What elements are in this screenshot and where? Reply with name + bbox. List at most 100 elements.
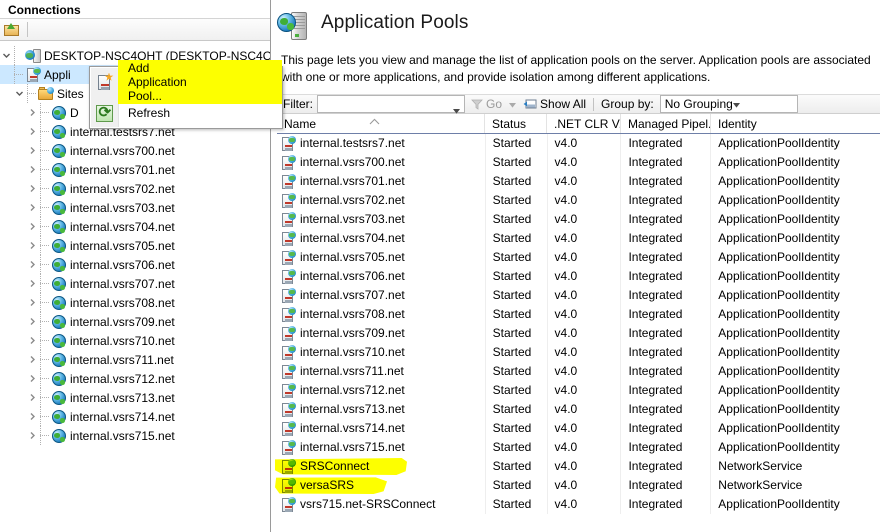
column-header-net-clr-version[interactable]: .NET CLR V... — [547, 114, 621, 133]
tree-item-site[interactable]: internal.vsrs702.net — [0, 179, 270, 198]
table-row[interactable]: vsrs715.net-SRSConnect Started v4.0 Integra… — [277, 495, 880, 514]
chevron-right-icon[interactable] — [26, 160, 39, 179]
chevron-right-icon[interactable] — [26, 274, 39, 293]
chevron-down-icon[interactable] — [732, 97, 740, 111]
chevron-right-icon[interactable] — [26, 293, 39, 312]
table-row[interactable]: internal.vsrs704.net Started v4.0 Integrate… — [277, 229, 880, 248]
column-header-name[interactable]: Name — [277, 114, 485, 133]
cell-identity: ApplicationPoolIdentity — [710, 362, 880, 381]
tree-item-site[interactable]: internal.vsrs713.net — [0, 388, 270, 407]
cell-name-label: internal.testsrs7.net — [300, 136, 405, 150]
chevron-right-icon[interactable] — [26, 388, 39, 407]
funnel-icon — [471, 98, 483, 110]
chevron-right-icon[interactable] — [26, 217, 39, 236]
tree-item-site[interactable]: internal.vsrs704.net — [0, 217, 270, 236]
go-button[interactable]: Go — [471, 97, 517, 111]
table-row[interactable]: internal.vsrs708.net Started v4.0 Integrate… — [277, 305, 880, 324]
context-menu-item-add-application-pool-label: Add Application Pool... — [118, 60, 282, 104]
table-row[interactable]: internal.vsrs713.net Started v4.0 Integrate… — [277, 400, 880, 419]
tree-item-site[interactable]: internal.vsrs700.net — [0, 141, 270, 160]
cell-name: internal.vsrs710.net — [277, 343, 485, 362]
tree-item-site[interactable]: internal.vsrs711.net — [0, 350, 270, 369]
chevron-right-icon[interactable] — [26, 369, 39, 388]
tree-item-site[interactable]: internal.vsrs701.net — [0, 160, 270, 179]
tree-item-site-label: internal.vsrs707.net — [70, 276, 175, 291]
table-row[interactable]: internal.vsrs711.net Started v4.0 Integrate… — [277, 362, 880, 381]
table-row[interactable]: internal.vsrs705.net Started v4.0 Integrate… — [277, 248, 880, 267]
column-header-status[interactable]: Status — [485, 114, 547, 133]
cell-status: Started — [484, 419, 547, 438]
show-all-button[interactable]: Show All — [523, 97, 586, 111]
table-row[interactable]: SRSConnect Started v4.0 Integrated NetworkSe… — [277, 457, 880, 476]
refresh-icon — [90, 100, 118, 126]
chevron-down-icon[interactable] — [509, 97, 517, 111]
group-by-select[interactable]: No Grouping — [659, 95, 798, 113]
table-row[interactable]: internal.vsrs714.net Started v4.0 Integrate… — [277, 419, 880, 438]
table-row[interactable]: internal.vsrs715.net Started v4.0 Integrate… — [277, 438, 880, 457]
chevron-right-icon[interactable] — [26, 331, 39, 350]
chevron-right-icon[interactable] — [26, 426, 39, 445]
tree-connector — [39, 141, 51, 160]
tree-item-site[interactable]: internal.vsrs707.net — [0, 274, 270, 293]
context-menu-item-refresh[interactable]: Refresh — [90, 100, 282, 126]
table-row[interactable]: internal.vsrs706.net Started v4.0 Integrate… — [277, 267, 880, 286]
table-row[interactable]: internal.vsrs707.net Started v4.0 Integrate… — [277, 286, 880, 305]
chevron-right-icon[interactable] — [26, 141, 39, 160]
tree-item-site[interactable]: internal.vsrs712.net — [0, 369, 270, 388]
chevron-right-icon[interactable] — [26, 122, 39, 141]
website-icon — [51, 143, 67, 159]
cell-identity: ApplicationPoolIdentity — [710, 400, 880, 419]
table-row[interactable]: internal.vsrs701.net Started v4.0 Integrate… — [277, 172, 880, 191]
table-row[interactable]: versaSRS Started v4.0 Integrated NetworkServ… — [277, 476, 880, 495]
tree-item-site[interactable]: internal.vsrs715.net — [0, 426, 270, 445]
cell-managed-pipeline-mode: Integrated — [620, 305, 710, 324]
column-header-managed-pipeline-mode[interactable]: Managed Pipel... — [621, 114, 711, 133]
table-row[interactable]: internal.vsrs702.net Started v4.0 Integrate… — [277, 191, 880, 210]
application-pool-icon — [280, 496, 296, 513]
chevron-right-icon[interactable] — [26, 255, 39, 274]
chevron-right-icon[interactable] — [26, 236, 39, 255]
website-icon — [51, 276, 67, 292]
cell-net-clr-version: v4.0 — [546, 286, 621, 305]
table-row[interactable]: internal.vsrs703.net Started v4.0 Integrate… — [277, 210, 880, 229]
cell-name-label: internal.vsrs709.net — [300, 326, 405, 340]
chevron-down-icon[interactable] — [0, 46, 13, 65]
folder-open-green-arrow-icon[interactable] — [4, 22, 20, 38]
column-header-identity[interactable]: Identity — [711, 114, 871, 133]
chevron-right-icon[interactable] — [26, 350, 39, 369]
chevron-right-icon[interactable] — [26, 179, 39, 198]
table-row[interactable]: internal.testsrs7.net Started v4.0 Integrat… — [277, 134, 880, 153]
cell-identity: ApplicationPoolIdentity — [710, 172, 880, 191]
context-menu-item-add-application-pool[interactable]: Add Application Pool... — [90, 60, 282, 104]
chevron-right-icon[interactable] — [26, 312, 39, 331]
cell-managed-pipeline-mode: Integrated — [620, 381, 710, 400]
chevron-right-icon[interactable] — [26, 198, 39, 217]
chevron-right-icon[interactable] — [26, 407, 39, 426]
tree-item-site[interactable]: internal.vsrs706.net — [0, 255, 270, 274]
cell-managed-pipeline-mode: Integrated — [620, 457, 710, 476]
filter-input-combo[interactable] — [317, 95, 476, 114]
tree-item-site[interactable]: internal.vsrs708.net — [0, 293, 270, 312]
cell-name-label: internal.vsrs711.net — [300, 364, 404, 378]
cell-status: Started — [484, 343, 547, 362]
tree-item-site[interactable]: internal.vsrs705.net — [0, 236, 270, 255]
table-row[interactable]: internal.vsrs712.net Started v4.0 Integrate… — [277, 381, 880, 400]
tree-item-site-label: internal.vsrs712.net — [70, 371, 175, 386]
tree-item-site[interactable]: internal.vsrs714.net — [0, 407, 270, 426]
cell-status: Started — [484, 286, 547, 305]
tree-item-site[interactable]: internal.vsrs710.net — [0, 331, 270, 350]
cell-net-clr-version: v4.0 — [546, 172, 621, 191]
chevron-right-icon[interactable] — [26, 103, 39, 122]
cell-name: internal.vsrs711.net — [277, 362, 485, 381]
chevron-down-icon[interactable] — [13, 84, 26, 103]
tree-item-site[interactable]: internal.vsrs703.net — [0, 198, 270, 217]
connections-toolbar — [0, 19, 270, 41]
tree-item-site[interactable]: internal.vsrs709.net — [0, 312, 270, 331]
table-row[interactable]: internal.vsrs700.net Started v4.0 Integrate… — [277, 153, 880, 172]
table-row[interactable]: internal.vsrs709.net Started v4.0 Integrate… — [277, 324, 880, 343]
tree-connector — [39, 179, 51, 198]
cell-name: internal.vsrs706.net — [277, 267, 485, 286]
table-row[interactable]: internal.vsrs710.net Started v4.0 Integrate… — [277, 343, 880, 362]
cell-identity: ApplicationPoolIdentity — [710, 248, 880, 267]
cell-name-label: internal.vsrs713.net — [300, 402, 405, 416]
